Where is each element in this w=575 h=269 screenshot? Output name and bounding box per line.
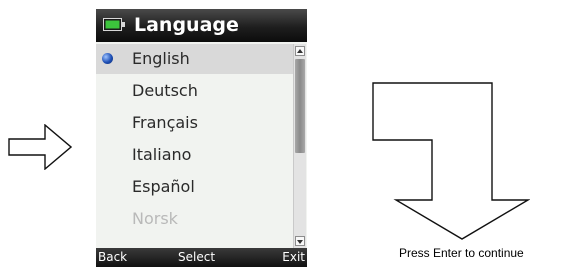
language-item-francais[interactable]: Français [96, 108, 293, 138]
back-softkey[interactable]: Back [98, 248, 127, 267]
language-label: Español [132, 177, 195, 196]
language-item-deutsch[interactable]: Deutsch [96, 76, 293, 106]
battery-icon [103, 18, 125, 31]
page-title: Language [134, 14, 239, 36]
title-bar: Language [96, 9, 307, 42]
language-item-english[interactable]: English [96, 44, 293, 74]
device-screen: Language English Deutsch Français Italia… [96, 9, 307, 267]
language-item-italiano[interactable]: Italiano [96, 140, 293, 170]
language-list: English Deutsch Français Italiano Españo… [96, 44, 293, 248]
scroll-up-icon[interactable] [295, 46, 305, 56]
language-label: Deutsch [132, 81, 198, 100]
selected-bullet-icon [102, 53, 113, 64]
language-label: Italiano [132, 145, 192, 164]
scroll-thumb[interactable] [295, 59, 305, 153]
scrollbar[interactable] [293, 44, 306, 248]
language-item-norsk: Norsk [96, 204, 293, 234]
select-softkey[interactable]: Select [178, 248, 215, 267]
language-label: Norsk [132, 209, 178, 228]
language-label: Français [132, 113, 198, 132]
scroll-down-icon[interactable] [295, 236, 305, 246]
instruction-text: Press Enter to continue [399, 246, 524, 260]
language-item-espanol[interactable]: Español [96, 172, 293, 202]
softkey-bar: Back Select Exit [96, 248, 307, 267]
down-arrow-icon [372, 82, 530, 240]
exit-softkey[interactable]: Exit [282, 248, 305, 267]
right-arrow-icon [8, 124, 72, 170]
language-label: English [132, 49, 190, 68]
